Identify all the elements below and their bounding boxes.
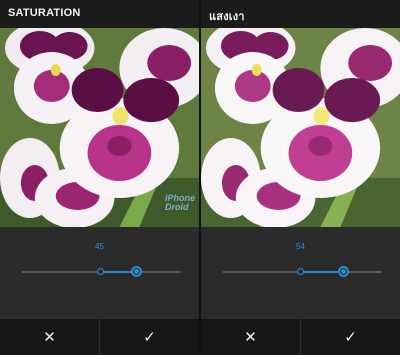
check-icon: ✓: [143, 329, 156, 346]
slider-value: 45: [95, 242, 104, 251]
bottom-bar: ✕ ✓: [0, 319, 199, 355]
shadows-panel: แสงเงา 54 ✕ ✓: [201, 0, 400, 355]
adjustment-controls: 54: [201, 227, 400, 319]
photo-preview: [201, 28, 400, 227]
watermark-logo: iPhone Droid: [165, 193, 196, 212]
panel-title: SATURATION: [8, 7, 81, 19]
top-bar: แสงเงา: [201, 0, 400, 28]
slider-origin-marker: [297, 268, 304, 275]
apply-button[interactable]: ✓: [301, 319, 400, 355]
slider-thumb[interactable]: [338, 266, 349, 277]
panel-title: แสงเงา: [209, 11, 245, 23]
apply-button[interactable]: ✓: [100, 319, 199, 355]
close-icon: ✕: [43, 329, 56, 346]
saturation-panel: SATURATION 45 ✕ ✓ iPhone Droid: [0, 0, 199, 355]
adjustment-controls: 45: [0, 227, 199, 319]
top-bar: SATURATION: [0, 0, 199, 28]
bottom-bar: ✕ ✓: [201, 319, 400, 355]
check-icon: ✓: [344, 329, 357, 346]
slider-thumb[interactable]: [131, 266, 142, 277]
cancel-button[interactable]: ✕: [201, 319, 300, 355]
slider-origin-marker: [97, 268, 104, 275]
cancel-button[interactable]: ✕: [0, 319, 99, 355]
slider-value: 54: [296, 242, 305, 251]
close-icon: ✕: [244, 329, 257, 346]
orchid-photo: [201, 28, 400, 227]
